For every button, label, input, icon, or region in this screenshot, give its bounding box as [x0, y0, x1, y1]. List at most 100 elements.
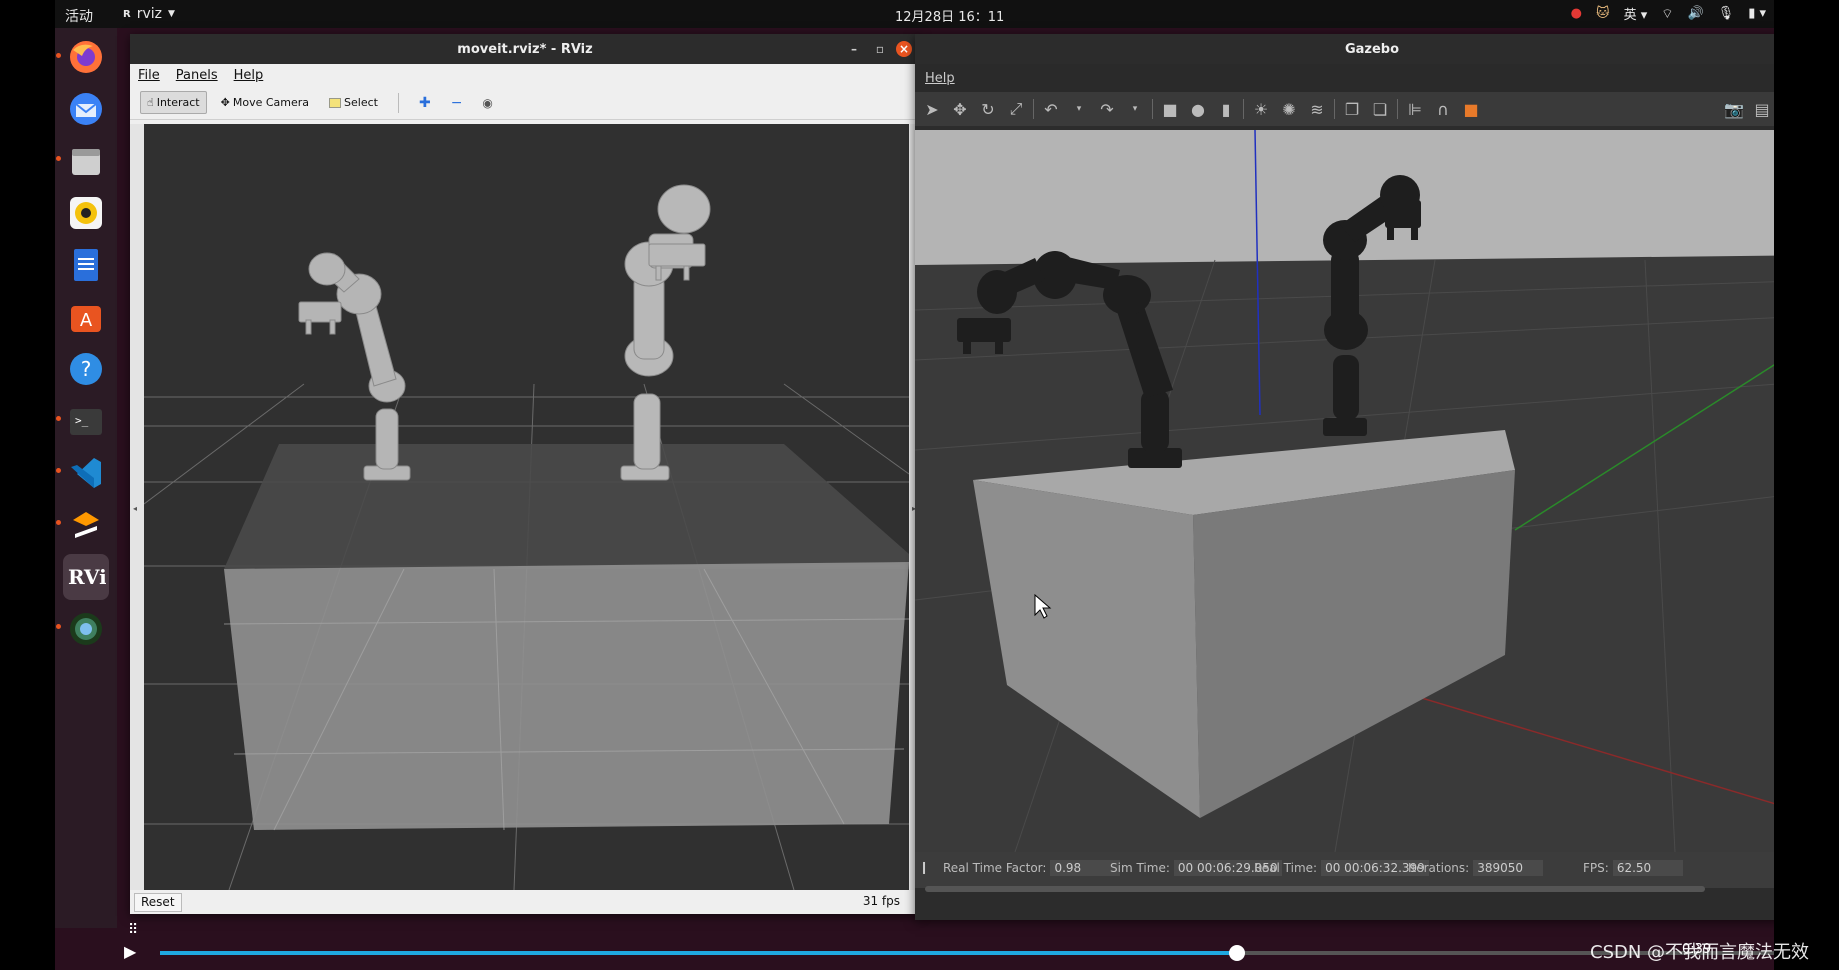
activities-button[interactable]: 活动 — [65, 6, 93, 26]
copy-icon[interactable]: ❐ — [1341, 98, 1363, 120]
grid-menu-icon[interactable]: ⠿ — [128, 922, 139, 938]
files-icon[interactable] — [63, 138, 109, 184]
toolbar-separator — [1397, 99, 1398, 119]
redo-icon[interactable]: ↷ — [1096, 98, 1118, 120]
top-bar: 活动 R rviz ▼ 12月28日 16：11 ● 🐱 英 ▾ ⌔ 🔊 🎙 ▮… — [55, 0, 1774, 28]
microphone-icon[interactable]: 🎙 — [1718, 6, 1735, 21]
screen: 活动 R rviz ▼ 12月28日 16：11 ● 🐱 英 ▾ ⌔ 🔊 🎙 ▮… — [0, 0, 1839, 970]
volume-icon[interactable]: 🔊 — [1687, 6, 1703, 21]
point-light-icon[interactable]: ☀ — [1250, 98, 1272, 120]
rhythmbox-icon[interactable] — [63, 190, 109, 236]
rviz-fps: 31 fps — [862, 894, 900, 908]
align-icon[interactable]: ⊫ — [1404, 98, 1426, 120]
toolbar-separator — [397, 92, 399, 113]
hand-icon: ☝ — [147, 96, 154, 109]
box-shape-icon[interactable]: ■ — [1159, 98, 1181, 120]
maximize-button[interactable]: ▫ — [872, 41, 888, 57]
log-icon[interactable]: ▤ — [1751, 98, 1773, 120]
rviz-titlebar[interactable]: moveit.rviz* - RViz – ▫ × — [130, 34, 920, 64]
gazebo-scene — [915, 130, 1774, 852]
menu-file[interactable]: File — [138, 68, 160, 83]
clock[interactable]: 12月28日 16：11 — [895, 6, 1004, 25]
menu-help[interactable]: Help — [234, 68, 264, 83]
sublime-icon[interactable] — [63, 502, 109, 548]
scale-icon[interactable]: ⤢ — [1005, 98, 1027, 120]
fps-label: FPS: — [1583, 861, 1609, 875]
remove-tool-icon[interactable]: − — [445, 91, 469, 115]
fps-value: 62.50 — [1612, 860, 1683, 876]
rviz-scene — [144, 184, 909, 890]
move-camera-icon: ✥ — [220, 96, 230, 109]
desktop: 活动 R rviz ▼ 12月28日 16：11 ● 🐱 英 ▾ ⌔ 🔊 🎙 ▮… — [55, 0, 1774, 970]
rtf-label: Real Time Factor: — [943, 861, 1047, 875]
redo-dropdown-icon[interactable]: ▾ — [1124, 98, 1146, 120]
video-player-bar: ⠿ ▶ 0:39 — [110, 920, 1774, 970]
software-icon[interactable]: A — [63, 294, 109, 340]
interact-tool[interactable]: ☝ Interact — [140, 91, 207, 114]
iterations-value: 389050 — [1473, 860, 1544, 876]
directional-light-icon[interactable]: ≋ — [1306, 98, 1328, 120]
select-tool[interactable]: Select — [323, 92, 384, 113]
pause-icon[interactable]: ❙ — [919, 860, 929, 874]
snap-icon[interactable]: ∩ — [1432, 98, 1454, 120]
gazebo-3d-view[interactable] — [915, 130, 1774, 852]
real-time: Real Time: 00 00:06:32.399 — [1254, 860, 1429, 876]
change-view-icon[interactable]: ■ — [1460, 98, 1482, 120]
gazebo-window: Gazebo – ▫ Help ➤ ✥ ↻ ⤢ ↶ ▾ ↷ ▾ ■ ● ▮ ☀ … — [915, 34, 1774, 920]
gazebo-titlebar[interactable]: Gazebo – ▫ — [915, 34, 1774, 64]
play-icon[interactable]: ▶ — [124, 942, 136, 961]
battery-icon[interactable]: ▮ ▾ — [1748, 6, 1766, 21]
vscode-icon[interactable] — [63, 450, 109, 496]
cylinder-shape-icon[interactable]: ▮ — [1215, 98, 1237, 120]
terminal-icon[interactable]: >_ — [63, 398, 109, 444]
view-tool-icon[interactable]: ◉ — [476, 92, 498, 114]
rviz-icon[interactable]: RViz — [63, 554, 109, 600]
firefox-icon[interactable] — [63, 34, 109, 80]
progress-fill — [160, 951, 1238, 955]
reset-button[interactable]: Reset — [134, 893, 182, 912]
minimize-button[interactable]: – — [846, 41, 862, 57]
gazebo-window-title: Gazebo — [1344, 42, 1400, 57]
select-icon — [329, 97, 342, 108]
spot-light-icon[interactable]: ✺ — [1278, 98, 1300, 120]
input-method-indicator[interactable]: 英 ▾ — [1624, 4, 1648, 23]
menu-panels[interactable]: Panels — [176, 68, 218, 83]
undo-dropdown-icon[interactable]: ▾ — [1068, 98, 1090, 120]
thunderbird-icon[interactable] — [63, 86, 109, 132]
screenshot-icon[interactable]: 📷 — [1723, 98, 1745, 120]
toolbar-separator — [1334, 99, 1335, 119]
translate-icon[interactable]: ✥ — [949, 98, 971, 120]
rviz-window-title: moveit.rviz* - RViz — [457, 42, 593, 57]
progress-track[interactable] — [160, 945, 1774, 961]
select-label: Select — [344, 96, 378, 109]
rviz-toolbar: ☝ Interact ✥ Move Camera Select ✚ − ◉ — [130, 86, 920, 120]
sphere-shape-icon[interactable]: ● — [1187, 98, 1209, 120]
add-tool-icon[interactable]: ✚ — [413, 91, 437, 115]
cat-icon[interactable]: 🐱 — [1596, 6, 1610, 21]
dock: A ? >_ RViz — [55, 28, 117, 928]
svg-text:>_: >_ — [75, 414, 89, 427]
writer-icon[interactable] — [63, 242, 109, 288]
app-menu[interactable]: R rviz ▼ — [123, 6, 175, 22]
progress-knob[interactable] — [1229, 945, 1246, 961]
app-menu-label: rviz — [136, 6, 162, 22]
help-icon[interactable]: ? — [63, 346, 109, 392]
sim-time-label: Sim Time: — [1110, 861, 1170, 875]
undo-icon[interactable]: ↶ — [1040, 98, 1062, 120]
rotate-icon[interactable]: ↻ — [977, 98, 999, 120]
select-arrow-icon[interactable]: ➤ — [921, 98, 943, 120]
rviz-3d-view[interactable] — [144, 124, 909, 890]
wifi-icon[interactable]: ⌔ — [1661, 6, 1673, 22]
paste-icon[interactable]: ❏ — [1369, 98, 1391, 120]
real-time-factor: Real Time Factor: 0.98 — [943, 860, 1121, 876]
gazebo-icon[interactable] — [63, 606, 109, 652]
move-camera-tool[interactable]: ✥ Move Camera — [215, 92, 315, 113]
gazebo-scrollbar[interactable] — [925, 886, 1705, 892]
left-panel-collapse[interactable]: ◂ — [130, 124, 144, 890]
close-button[interactable]: × — [896, 41, 912, 57]
menu-help[interactable]: Help — [925, 71, 955, 86]
svg-text:A: A — [80, 310, 93, 331]
interact-label: Interact — [156, 96, 200, 109]
rviz-small-icon: R — [123, 8, 131, 20]
record-icon[interactable]: ● — [1571, 6, 1582, 21]
